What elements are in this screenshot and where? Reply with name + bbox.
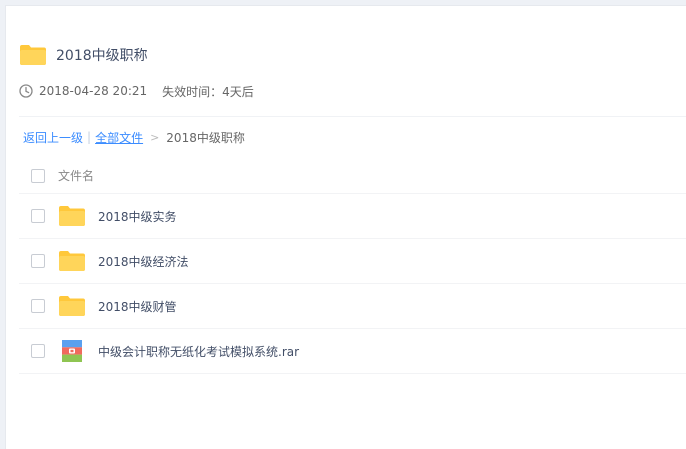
share-date: 2018-04-28 20:21	[39, 84, 148, 98]
breadcrumb-current: 2018中级职称	[166, 130, 245, 145]
breadcrumb-arrow: >	[150, 130, 160, 144]
rar-archive-icon	[62, 340, 82, 362]
clock-icon	[19, 84, 33, 98]
file-name[interactable]: 2018中级实务	[98, 208, 177, 225]
list-header: 文件名	[19, 158, 686, 194]
item-checkbox[interactable]	[31, 299, 45, 313]
file-name[interactable]: 2018中级财管	[98, 298, 177, 315]
list-item[interactable]: 中级会计职称无纸化考试模拟系统.rar	[19, 329, 686, 374]
folder-icon	[59, 206, 85, 226]
breadcrumb: 返回上一级 | 全部文件 > 2018中级职称	[23, 128, 245, 146]
file-name[interactable]: 中级会计职称无纸化考试模拟系统.rar	[98, 343, 299, 360]
folder-icon	[59, 251, 85, 271]
folder-icon	[59, 296, 85, 316]
item-checkbox[interactable]	[31, 344, 45, 358]
breadcrumb-separator: |	[87, 130, 92, 144]
expire-time: 失效时间：4天后	[162, 84, 254, 99]
list-item[interactable]: 2018中级财管	[19, 284, 686, 329]
share-panel: 2018中级职称 2018-04-28 20:21 失效时间：4天后 返回上一级…	[5, 5, 686, 449]
folder-icon	[20, 45, 46, 65]
share-meta: 2018-04-28 20:21 失效时间：4天后	[19, 82, 254, 100]
file-list: 文件名 2018中级实务 2018中级经济法 2018中级财管 中级会计职称无纸…	[19, 158, 686, 374]
item-checkbox[interactable]	[31, 254, 45, 268]
share-title: 2018中级职称	[56, 48, 148, 64]
divider	[19, 116, 686, 117]
file-name[interactable]: 2018中级经济法	[98, 253, 189, 270]
share-header: 2018中级职称	[19, 42, 148, 68]
list-item[interactable]: 2018中级经济法	[19, 239, 686, 284]
column-title-filename: 文件名	[58, 169, 95, 183]
all-files-link[interactable]: 全部文件	[95, 129, 143, 146]
item-checkbox[interactable]	[31, 209, 45, 223]
list-item[interactable]: 2018中级实务	[19, 194, 686, 239]
back-link[interactable]: 返回上一级	[23, 129, 83, 146]
select-all-checkbox[interactable]	[31, 168, 45, 183]
